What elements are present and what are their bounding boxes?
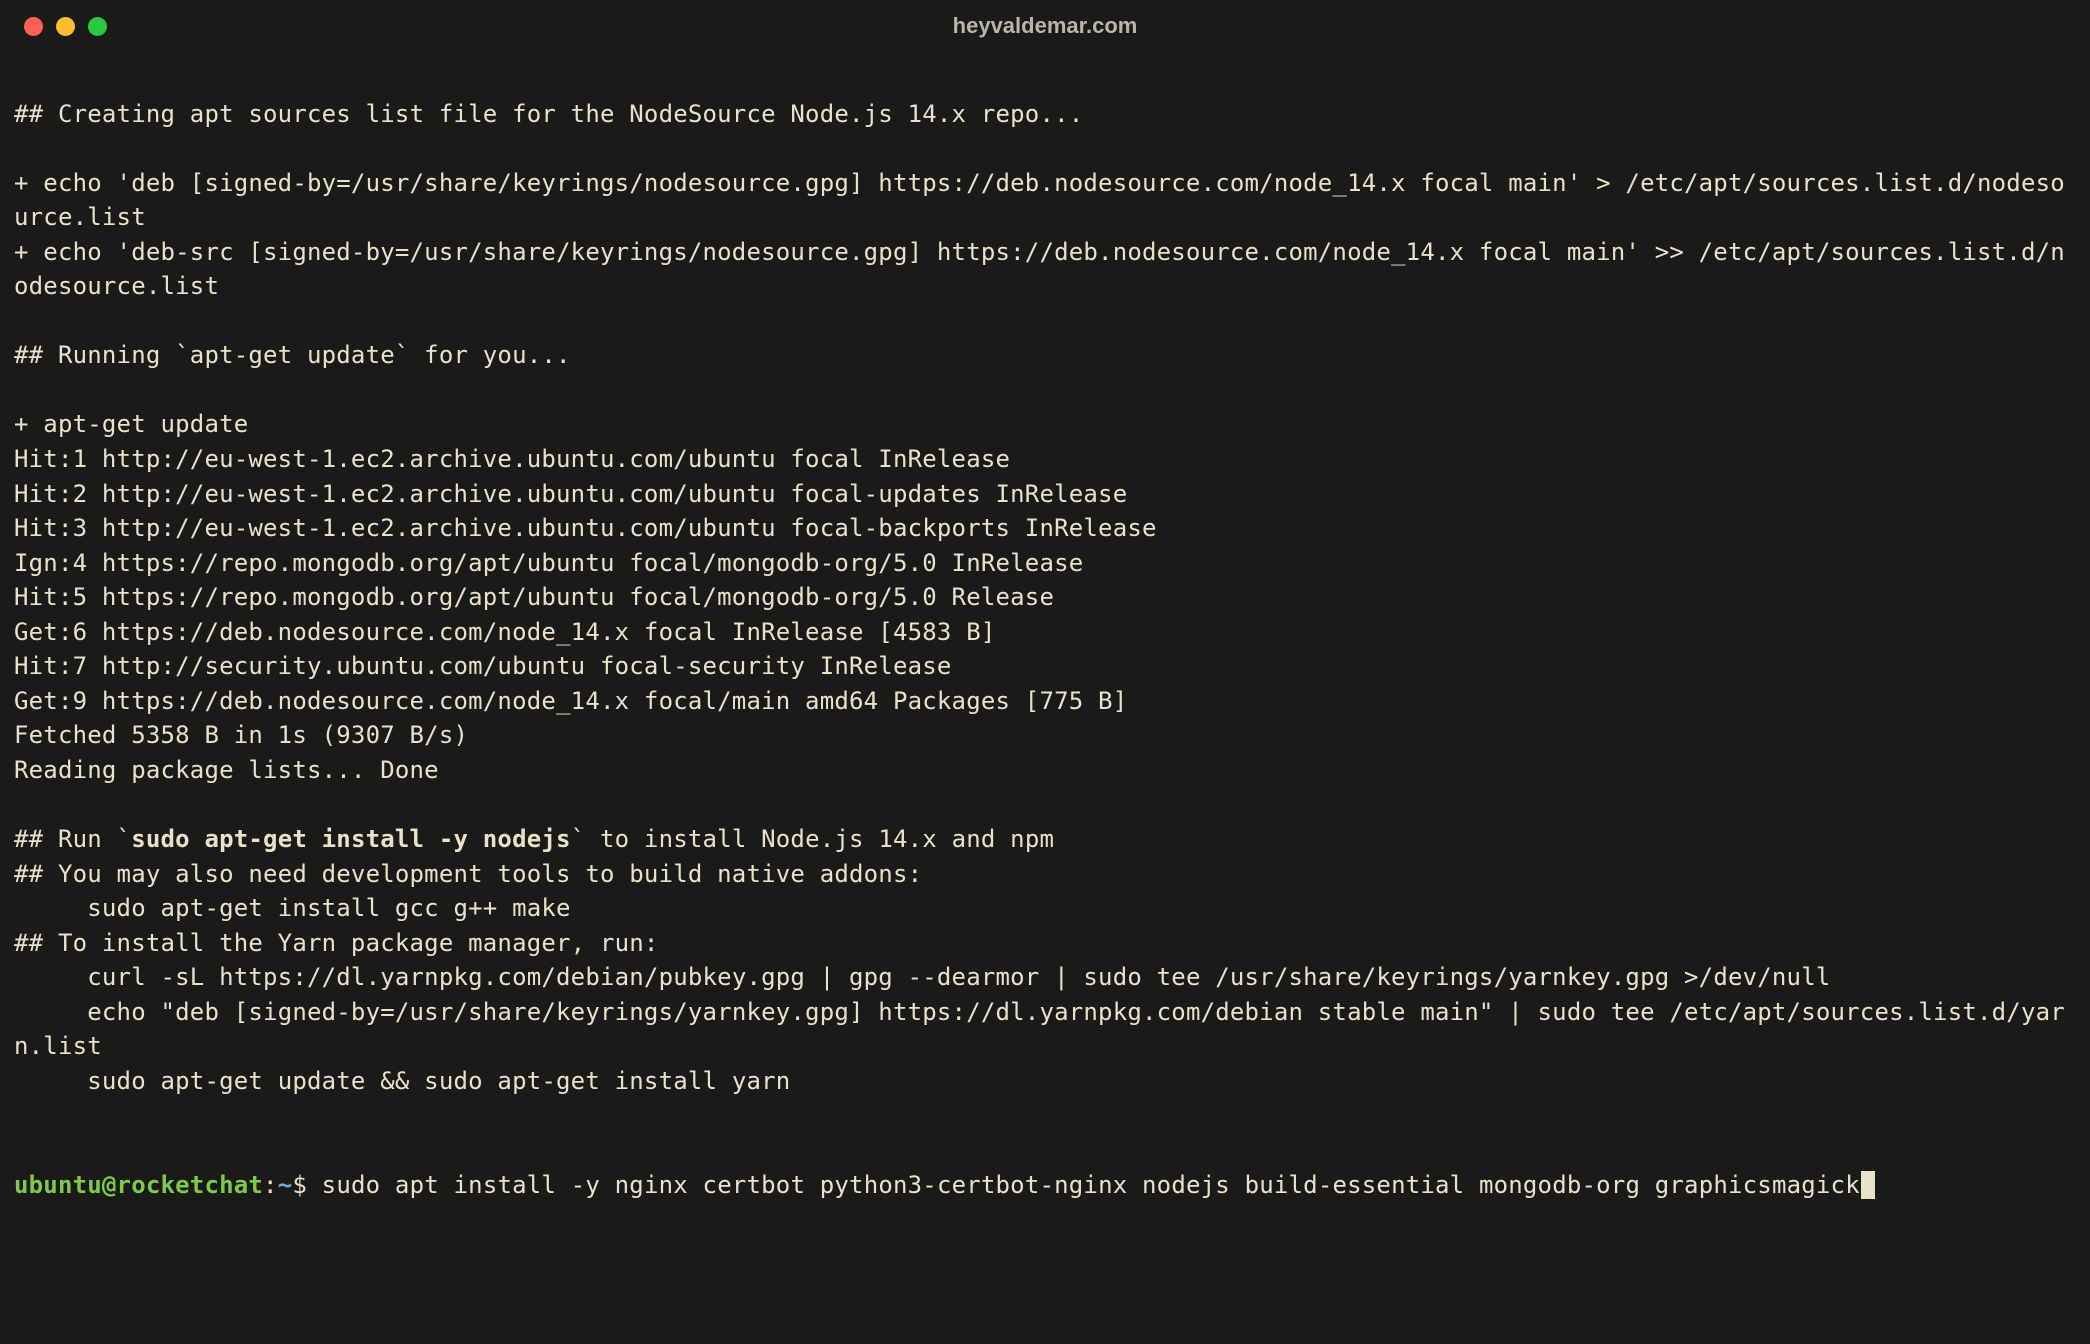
prompt-colon: : bbox=[263, 1171, 278, 1199]
post-run-lines: ## You may also need development tools t… bbox=[14, 860, 2065, 1095]
prompt-path: ~ bbox=[278, 1171, 293, 1199]
close-icon[interactable] bbox=[24, 17, 43, 36]
zoom-icon[interactable] bbox=[88, 17, 107, 36]
prompt-user-host: ubuntu@rocketchat bbox=[14, 1171, 263, 1199]
terminal-window: heyvaldemar.com ## Creating apt sources … bbox=[0, 0, 2090, 1344]
terminal-lines: ## Creating apt sources list file for th… bbox=[14, 100, 2065, 784]
prompt-dollar: $ bbox=[292, 1171, 321, 1199]
titlebar: heyvaldemar.com bbox=[0, 0, 2090, 52]
window-title: heyvaldemar.com bbox=[0, 13, 2090, 39]
cursor-icon bbox=[1861, 1171, 1875, 1199]
run-line-suffix: ` to install Node.js 14.x and npm bbox=[571, 825, 1054, 853]
traffic-lights bbox=[24, 17, 107, 36]
run-line-prefix: ## Run ` bbox=[14, 825, 131, 853]
run-line-bold: sudo apt-get install -y nodejs bbox=[131, 825, 570, 853]
minimize-icon[interactable] bbox=[56, 17, 75, 36]
terminal-output[interactable]: ## Creating apt sources list file for th… bbox=[0, 52, 2090, 1216]
prompt-command: sudo apt install -y nginx certbot python… bbox=[322, 1171, 1860, 1199]
